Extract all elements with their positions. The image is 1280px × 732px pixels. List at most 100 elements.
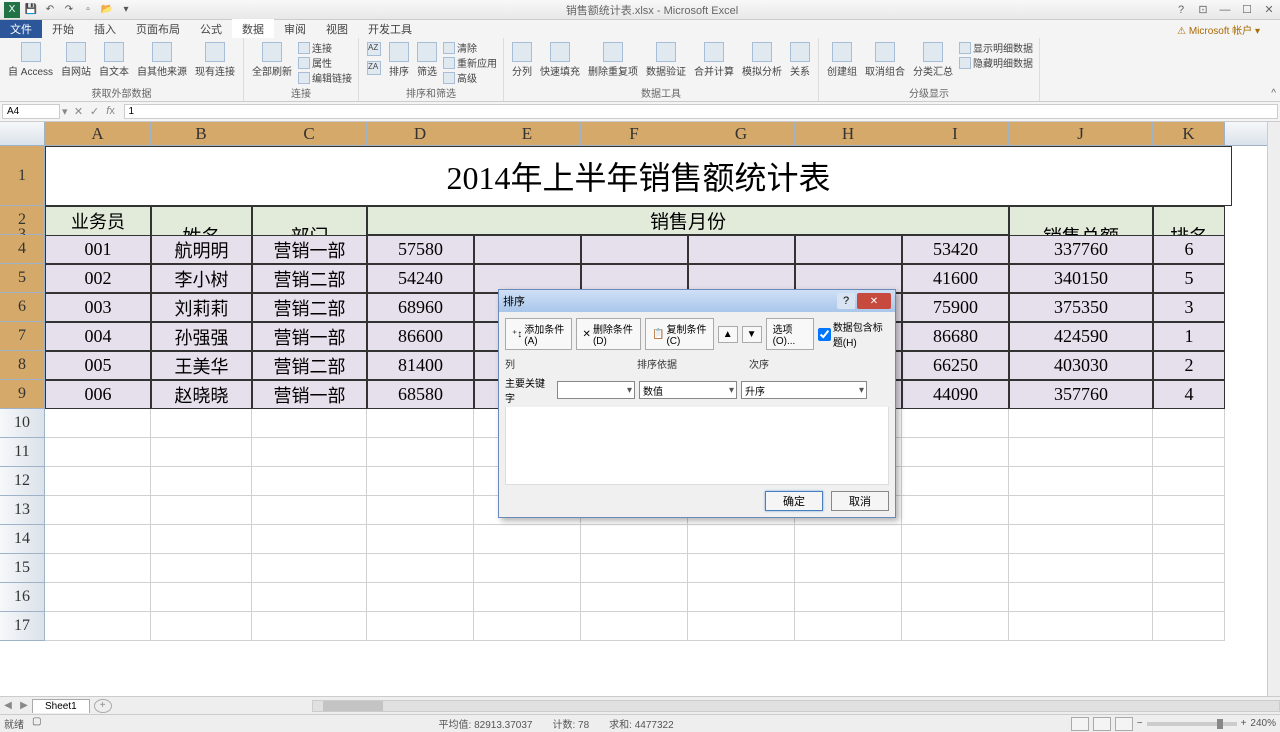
cell[interactable]: 5 <box>1153 264 1225 293</box>
consolidate-button[interactable]: 合并计算 <box>692 40 736 80</box>
existing-conn-button[interactable]: 现有连接 <box>193 40 237 80</box>
delete-condition-button[interactable]: ✕ 删除条件(D) <box>576 318 641 350</box>
cell[interactable]: 357760 <box>1009 380 1153 409</box>
cell[interactable]: 4 <box>1153 380 1225 409</box>
tab-data[interactable]: 数据 <box>232 19 274 39</box>
table-title[interactable]: 2014年上半年销售额统计表 <box>45 146 1232 206</box>
row-header[interactable]: 17 <box>0 612 45 641</box>
cell[interactable]: 002 <box>45 264 151 293</box>
dialog-help-icon[interactable]: ? <box>837 293 855 309</box>
group-button[interactable]: 创建组 <box>825 40 859 80</box>
data-val-button[interactable]: 数据验证 <box>644 40 688 80</box>
col-header[interactable]: B <box>151 122 252 145</box>
zoom-level[interactable]: 240% <box>1250 718 1276 729</box>
collapse-ribbon-icon[interactable]: ^ <box>1271 88 1276 99</box>
qat-more-icon[interactable]: ▾ <box>118 2 134 18</box>
sort-order-combo[interactable]: 升序 <box>741 381 867 399</box>
tab-home[interactable]: 开始 <box>42 19 84 39</box>
from-web-button[interactable]: 自网站 <box>59 40 93 80</box>
cell[interactable]: 54240 <box>367 264 474 293</box>
cell[interactable]: 68580 <box>367 380 474 409</box>
move-down-button[interactable]: ▼ <box>742 326 762 343</box>
cell[interactable]: 57580 <box>367 235 474 264</box>
cell[interactable]: 81400 <box>367 351 474 380</box>
horizontal-scrollbar[interactable] <box>312 700 1280 712</box>
relations-button[interactable]: 关系 <box>788 40 812 80</box>
cell[interactable]: 李小树 <box>151 264 252 293</box>
cell[interactable]: 营销一部 <box>252 235 367 264</box>
account-label[interactable]: ⚠ Microsoft 帐户 ▾ <box>1177 22 1280 37</box>
sheet-tab[interactable]: Sheet1 <box>32 699 90 713</box>
cell[interactable]: 006 <box>45 380 151 409</box>
tab-review[interactable]: 审阅 <box>274 19 316 39</box>
cell[interactable]: 3 <box>1153 293 1225 322</box>
maximize-icon[interactable]: ☐ <box>1236 0 1258 20</box>
filter-button[interactable]: 筛选 <box>415 40 439 80</box>
cell[interactable]: 6 <box>1153 235 1225 264</box>
fx-icon[interactable]: fx <box>104 105 118 118</box>
zoom-out-button[interactable]: − <box>1137 718 1143 729</box>
cell[interactable]: 337760 <box>1009 235 1153 264</box>
open-icon[interactable]: 📂 <box>99 2 115 18</box>
normal-view-button[interactable] <box>1071 717 1089 731</box>
col-header[interactable]: A <box>45 122 151 145</box>
formula-input[interactable]: 1 <box>124 104 1278 119</box>
flash-fill-button[interactable]: 快速填充 <box>538 40 582 80</box>
sort-column-combo[interactable] <box>557 381 635 399</box>
cancel-formula-icon[interactable]: ✕ <box>72 105 86 118</box>
zoom-in-button[interactable]: + <box>1241 718 1247 729</box>
cell[interactable]: 86680 <box>902 322 1009 351</box>
cell[interactable]: 2 <box>1153 351 1225 380</box>
ungroup-button[interactable]: 取消组合 <box>863 40 907 80</box>
add-sheet-button[interactable]: + <box>94 699 112 713</box>
row-header[interactable]: 9 <box>0 380 45 409</box>
row-header[interactable]: 8 <box>0 351 45 380</box>
edit-links-button[interactable]: 编辑链接 <box>298 70 352 85</box>
whatif-button[interactable]: 模拟分析 <box>740 40 784 80</box>
advanced-button[interactable]: 高级 <box>443 70 497 85</box>
cell[interactable]: 1 <box>1153 322 1225 351</box>
cell[interactable]: 赵晓晓 <box>151 380 252 409</box>
cell[interactable]: 航明明 <box>151 235 252 264</box>
row-header[interactable]: 1 <box>0 146 45 206</box>
tab-formulas[interactable]: 公式 <box>190 19 232 39</box>
row-header[interactable]: 7 <box>0 322 45 351</box>
row-header[interactable]: 16 <box>0 583 45 612</box>
help-icon[interactable]: ? <box>1170 0 1192 20</box>
ok-button[interactable]: 确定 <box>765 491 823 511</box>
cell[interactable]: 75900 <box>902 293 1009 322</box>
page-layout-view-button[interactable] <box>1093 717 1111 731</box>
cell[interactable]: 005 <box>45 351 151 380</box>
col-header[interactable]: F <box>581 122 688 145</box>
cell[interactable]: 86600 <box>367 322 474 351</box>
move-up-button[interactable]: ▲ <box>718 326 738 343</box>
vertical-scrollbar[interactable] <box>1267 122 1280 696</box>
cell[interactable]: 营销一部 <box>252 380 367 409</box>
cell[interactable]: 424590 <box>1009 322 1153 351</box>
ribbon-options-icon[interactable]: ⊡ <box>1192 0 1214 20</box>
tab-file[interactable]: 文件 <box>0 20 42 38</box>
zoom-slider[interactable] <box>1147 722 1237 726</box>
cell[interactable]: 44090 <box>902 380 1009 409</box>
cell[interactable]: 001 <box>45 235 151 264</box>
row-header[interactable]: 4 <box>0 235 45 264</box>
cell[interactable] <box>474 235 581 264</box>
cell[interactable]: 375350 <box>1009 293 1153 322</box>
row-header[interactable]: 5 <box>0 264 45 293</box>
subtotal-button[interactable]: 分类汇总 <box>911 40 955 80</box>
cell[interactable]: 王美华 <box>151 351 252 380</box>
col-header[interactable]: K <box>1153 122 1225 145</box>
text-to-columns-button[interactable]: 分列 <box>510 40 534 80</box>
remove-dup-button[interactable]: 删除重复项 <box>586 40 640 80</box>
tab-dev[interactable]: 开发工具 <box>358 19 422 39</box>
col-header[interactable]: C <box>252 122 367 145</box>
cell[interactable]: 营销二部 <box>252 351 367 380</box>
sort-on-combo[interactable]: 数值 <box>639 381 737 399</box>
sort-button[interactable]: 排序 <box>387 40 411 80</box>
add-condition-button[interactable]: ⁺↕ 添加条件(A) <box>505 318 572 350</box>
dialog-close-icon[interactable]: ✕ <box>857 293 891 309</box>
select-all-corner[interactable] <box>0 122 45 145</box>
col-header[interactable]: H <box>795 122 902 145</box>
properties-button[interactable]: 属性 <box>298 55 352 70</box>
row-header[interactable]: 11 <box>0 438 45 467</box>
